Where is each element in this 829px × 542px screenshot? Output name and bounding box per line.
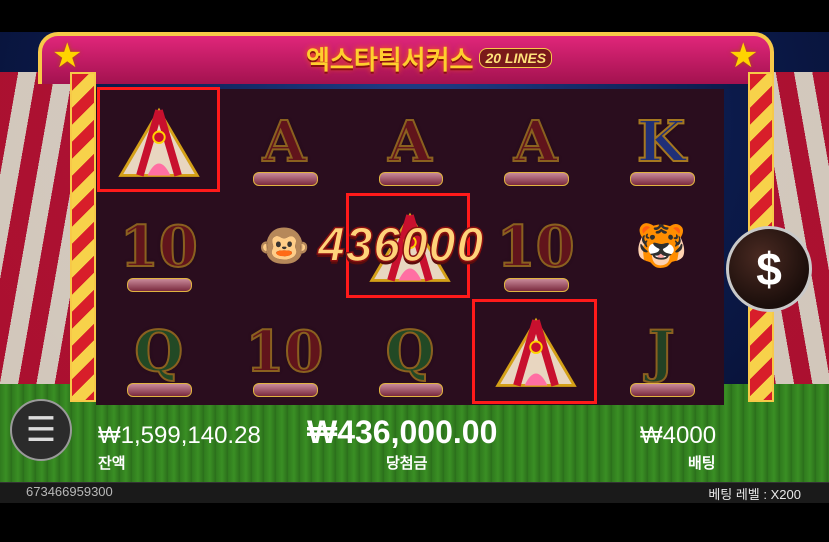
balance-value: ₩1,599,140.28 — [98, 422, 261, 449]
reel-cell: K — [598, 89, 724, 194]
symbol-plinth — [127, 277, 193, 292]
card-symbol-j: J — [647, 318, 675, 386]
reel-cell: A — [347, 89, 473, 194]
win-frame — [97, 87, 220, 192]
win-label: 당첨금 — [386, 455, 428, 472]
symbol-plinth — [378, 172, 444, 187]
win-amount-overlay: 436000 — [317, 218, 485, 273]
hamburger-icon: ☰ — [25, 411, 57, 449]
tent-curtain-left — [0, 72, 70, 392]
tiger-icon: 🐯 — [635, 222, 688, 270]
card-symbol-10: 10 — [119, 213, 199, 281]
pillar-left — [70, 72, 96, 402]
symbol-plinth — [127, 383, 193, 397]
reel-cell: A — [222, 89, 348, 194]
star-icon: ★ — [728, 37, 759, 75]
reel-cell: 🐯 — [598, 194, 724, 299]
win-value: ₩436,000.00 — [307, 414, 498, 450]
bet-level-value: X200 — [770, 487, 801, 502]
game-logo: 엑스타틱서커스 20 LINES — [306, 38, 553, 78]
lines-badge: 20 LINES — [479, 48, 553, 68]
reel-cell: Q — [96, 300, 222, 405]
monkey-icon: 🐵 — [258, 222, 311, 270]
symbol-plinth — [252, 172, 318, 187]
footer-bar — [0, 482, 829, 503]
card-symbol-10: 10 — [496, 213, 576, 281]
reel-cell: J — [598, 300, 724, 405]
session-id: 673466959300 — [26, 484, 113, 499]
symbol-plinth — [629, 383, 695, 397]
reel-cell: 10 — [96, 194, 222, 299]
menu-button[interactable]: ☰ — [10, 399, 72, 461]
dollar-icon: $ — [756, 243, 782, 295]
card-symbol-a: A — [513, 108, 558, 176]
symbol-plinth — [629, 172, 695, 187]
bet-label: 배팅 — [688, 455, 716, 472]
card-symbol-q: Q — [133, 318, 184, 386]
reel-cell: Q — [347, 300, 473, 405]
game-title: 엑스타틱서커스 — [306, 45, 474, 76]
star-icon: ★ — [52, 37, 83, 75]
card-symbol-k: K — [636, 108, 687, 176]
card-symbol-10: 10 — [244, 318, 324, 386]
symbol-plinth — [378, 383, 444, 397]
bet-level: 베팅 레벨 : X200 — [708, 484, 801, 503]
symbol-plinth — [504, 172, 569, 187]
bet-level-label: 베팅 레벨 : — [708, 487, 767, 502]
card-symbol-q: Q — [385, 318, 436, 386]
card-symbol-a: A — [387, 108, 432, 176]
balance-label: 잔액 — [98, 455, 126, 472]
reel-cell: 10 — [473, 194, 599, 299]
reel-cell: A — [473, 89, 599, 194]
dollar-coin-button[interactable]: $ — [726, 226, 812, 312]
bet-value: ₩4000 — [640, 422, 717, 449]
reel-cell: 10 — [222, 300, 348, 405]
card-symbol-a: A — [262, 108, 307, 176]
symbol-plinth — [252, 383, 318, 397]
win-frame — [472, 299, 597, 404]
symbol-plinth — [504, 277, 569, 292]
